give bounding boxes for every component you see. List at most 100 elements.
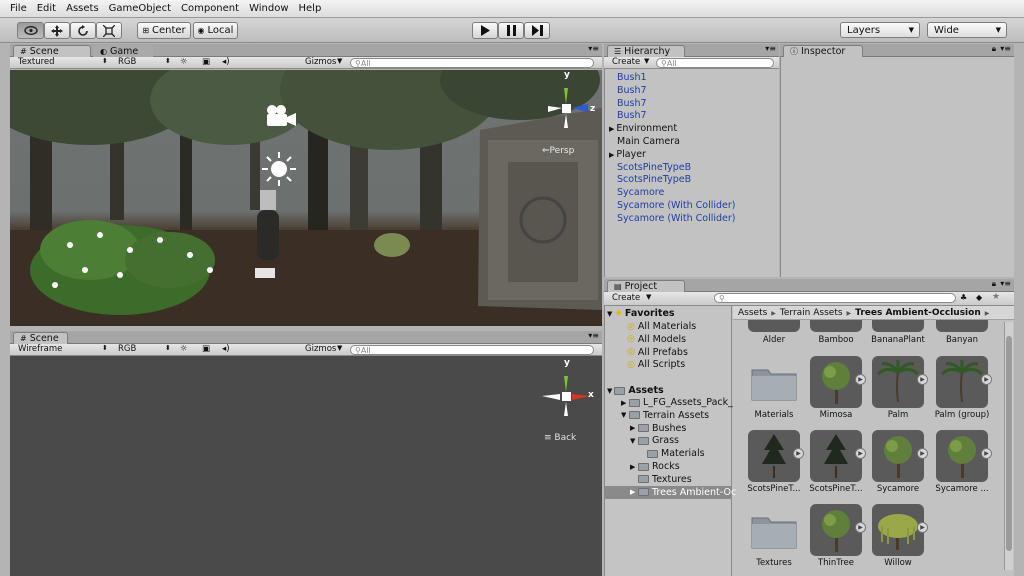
expand-prefab-icon[interactable]: ▶ xyxy=(855,448,866,459)
tab-hierarchy[interactable]: ☰ Hierarchy xyxy=(607,45,685,57)
lock-icon[interactable]: 🔒︎ xyxy=(992,279,996,289)
chevron-right-icon[interactable]: ▶ xyxy=(609,125,614,133)
filter-label-icon[interactable]: ◆ xyxy=(976,293,982,302)
color-mode-dropdown[interactable]: RGB xyxy=(118,57,136,67)
asset-tile-partial[interactable] xyxy=(872,320,924,332)
scene-viewport-perspective[interactable]: y z ⇐Persp xyxy=(10,70,602,326)
menu-item-assets[interactable]: Assets xyxy=(66,3,99,14)
asset-tile-partial[interactable] xyxy=(810,320,862,332)
tab-project[interactable]: ▤ Project xyxy=(607,280,685,292)
project-search-input[interactable]: ⚲ xyxy=(714,293,956,303)
scrollbar-thumb[interactable] xyxy=(1006,336,1012,551)
move-tool-button[interactable] xyxy=(44,22,70,39)
rotate-tool-button[interactable] xyxy=(70,22,96,39)
favorite-item[interactable]: ◎ All Materials xyxy=(627,321,696,332)
favorites-section[interactable]: ▼ ★ Favorites xyxy=(607,308,675,319)
expand-prefab-icon[interactable]: ▶ xyxy=(855,374,866,385)
asset-tile[interactable] xyxy=(872,356,924,408)
render-mode-dropdown[interactable]: Textured xyxy=(18,57,55,67)
tab-scene-2[interactable]: # Scene xyxy=(13,332,68,344)
menu-item-gameobject[interactable]: GameObject xyxy=(109,3,171,14)
asset-tile[interactable] xyxy=(748,430,800,482)
expand-prefab-icon[interactable]: ▶ xyxy=(793,448,804,459)
step-button[interactable] xyxy=(524,22,550,39)
asset-tile[interactable] xyxy=(748,504,800,556)
panel-menu-icon[interactable]: ▾≡ xyxy=(588,44,599,53)
expand-prefab-icon[interactable]: ▶ xyxy=(981,448,992,459)
menu-item-file[interactable]: File xyxy=(10,3,27,14)
camera-gizmo-icon[interactable] xyxy=(264,104,298,128)
asset-tile[interactable] xyxy=(810,356,862,408)
asset-tree-item[interactable]: Materials xyxy=(639,448,705,459)
breadcrumb-item[interactable]: Trees Ambient-Occlusion xyxy=(855,308,981,318)
asset-tile-partial[interactable] xyxy=(936,320,988,332)
gizmos-dropdown-2[interactable]: Gizmos xyxy=(305,344,336,354)
hierarchy-item[interactable]: Sycamore (With Collider) xyxy=(617,200,735,211)
space-local-button[interactable]: ◉ Local xyxy=(193,22,238,39)
asset-tile-partial[interactable] xyxy=(748,320,800,332)
filter-type-icon[interactable]: ♣ xyxy=(960,293,967,302)
favorite-star-icon[interactable]: ★ xyxy=(992,292,1000,302)
menu-item-edit[interactable]: Edit xyxy=(37,3,56,14)
pivot-center-button[interactable]: ⊞ Center xyxy=(137,22,191,39)
hierarchy-item[interactable]: Sycamore (With Collider) xyxy=(617,213,735,224)
image-toggle-icon[interactable]: ▣ xyxy=(202,344,210,354)
expand-prefab-icon[interactable]: ▶ xyxy=(917,448,928,459)
chevron-down-icon[interactable]: ▼ xyxy=(621,411,629,419)
hierarchy-item[interactable]: Bush7 xyxy=(617,98,647,109)
hierarchy-item[interactable]: ▶ Environment xyxy=(609,123,677,134)
panel-menu-icon[interactable]: ▾≡ xyxy=(765,44,776,53)
layers-dropdown[interactable]: Layers ▼ xyxy=(840,22,920,38)
chevron-right-icon[interactable]: ▶ xyxy=(630,424,638,432)
hierarchy-item[interactable]: Bush1 xyxy=(617,72,647,83)
render-mode-dropdown-2[interactable]: Wireframe xyxy=(18,344,62,354)
panel-menu-icon[interactable]: ▾≡ xyxy=(588,331,599,340)
menu-item-window[interactable]: Window xyxy=(249,3,288,14)
lighting-toggle-icon[interactable]: ☼ xyxy=(180,344,188,354)
hierarchy-item[interactable]: ScotsPineTypeB xyxy=(617,162,691,173)
breadcrumb-item[interactable]: Assets xyxy=(738,308,767,318)
assets-section[interactable]: ▼ Assets xyxy=(607,385,664,396)
pause-button[interactable] xyxy=(498,22,524,39)
audio-toggle-icon[interactable]: ◂) xyxy=(222,344,230,354)
scene2-search-input[interactable]: ⚲ All xyxy=(350,345,594,355)
hierarchy-create-dropdown[interactable]: Create xyxy=(612,57,640,67)
asset-tree-item[interactable]: ▶ Rocks xyxy=(630,461,680,472)
panel-menu-icon[interactable]: ▾≡ xyxy=(1000,279,1011,288)
chevron-right-icon[interactable]: ▶ xyxy=(630,463,638,471)
asset-tile[interactable] xyxy=(810,504,862,556)
gizmos-dropdown[interactable]: Gizmos xyxy=(305,57,336,67)
image-toggle-icon[interactable]: ▣ xyxy=(202,57,210,67)
light-gizmo-icon[interactable] xyxy=(262,152,296,186)
hierarchy-item[interactable]: Bush7 xyxy=(617,110,647,121)
chevron-right-icon[interactable]: ▶ xyxy=(621,399,629,407)
menu-item-help[interactable]: Help xyxy=(299,3,322,14)
favorite-item[interactable]: ◎ All Scripts xyxy=(627,359,685,370)
asset-tree-item[interactable]: Textures xyxy=(630,474,692,485)
asset-tile[interactable] xyxy=(872,430,924,482)
breadcrumb-item[interactable]: Terrain Assets xyxy=(780,308,843,318)
chevron-down-icon[interactable]: ▼ xyxy=(630,437,638,445)
favorite-item[interactable]: ◎ All Prefabs xyxy=(627,347,688,358)
asset-tile[interactable] xyxy=(936,430,988,482)
asset-tile[interactable] xyxy=(936,356,988,408)
hierarchy-item[interactable]: Sycamore xyxy=(617,187,664,198)
expand-prefab-icon[interactable]: ▶ xyxy=(981,374,992,385)
asset-tree-item[interactable]: ▼ Grass xyxy=(630,435,679,446)
hierarchy-search-input[interactable]: ⚲ All xyxy=(656,58,774,68)
hierarchy-item[interactable]: ▶ Player xyxy=(609,149,646,160)
hierarchy-item[interactable]: ScotsPineTypeB xyxy=(617,174,691,185)
asset-tree-item[interactable]: ▶ Trees Ambient-Oc xyxy=(630,487,736,498)
asset-tile[interactable] xyxy=(872,504,924,556)
layout-dropdown[interactable]: Wide ▼ xyxy=(927,22,1007,38)
hierarchy-item[interactable]: Main Camera xyxy=(617,136,680,147)
chevron-right-icon[interactable]: ▶ xyxy=(630,488,638,496)
favorite-item[interactable]: ◎ All Models xyxy=(627,334,686,345)
scale-tool-button[interactable] xyxy=(96,22,122,39)
scene-search-input[interactable]: ⚲ All xyxy=(350,58,594,68)
hierarchy-item[interactable]: Bush7 xyxy=(617,85,647,96)
asset-tile[interactable] xyxy=(810,430,862,482)
panel-menu-icon[interactable]: ▾≡ xyxy=(1000,44,1011,53)
expand-prefab-icon[interactable]: ▶ xyxy=(917,522,928,533)
color-mode-dropdown-2[interactable]: RGB xyxy=(118,344,136,354)
